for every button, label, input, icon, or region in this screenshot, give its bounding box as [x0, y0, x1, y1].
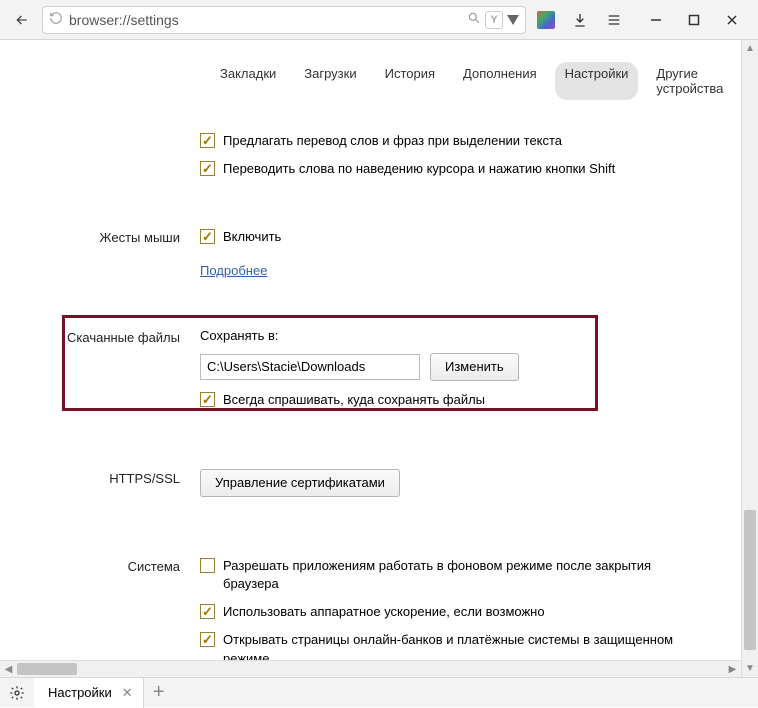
maximize-button[interactable] [676, 6, 712, 34]
vertical-scroll-thumb[interactable] [744, 510, 756, 650]
horizontal-scrollbar[interactable]: ◀ ▶ [0, 660, 741, 677]
label-background-apps: Разрешать приложениям работать в фоновом… [223, 557, 710, 593]
settings-tabs: Закладки Загрузки История Дополнения Нас… [0, 40, 758, 122]
new-tab-button[interactable]: + [144, 681, 174, 704]
section-downloads: Скачанные файлы Сохранять в: Изменить Вс… [0, 298, 734, 429]
address-bar[interactable]: Y [42, 6, 526, 34]
scroll-up-arrow[interactable]: ▲ [742, 40, 758, 57]
browser-tab-settings[interactable]: Настройки ✕ [34, 678, 144, 708]
window-controls [638, 6, 750, 34]
tab-addons[interactable]: Дополнения [453, 62, 547, 100]
label-ask-download: Всегда спрашивать, куда сохранять файлы [223, 391, 485, 409]
change-path-button[interactable]: Изменить [430, 353, 519, 381]
minimize-button[interactable] [638, 6, 674, 34]
tab-history[interactable]: История [375, 62, 445, 100]
download-path-input[interactable] [200, 354, 420, 380]
checkbox-ask-download[interactable] [200, 392, 215, 407]
scroll-down-arrow[interactable]: ▼ [742, 660, 758, 677]
browser-tab-title: Настройки [48, 685, 112, 700]
section-system: Система Разрешать приложениям работать в… [0, 517, 734, 677]
tab-settings[interactable]: Настройки [555, 62, 639, 100]
manage-certificates-button[interactable]: Управление сертификатами [200, 469, 400, 497]
extensions-icon[interactable] [532, 6, 560, 34]
settings-page: Закладки Загрузки История Дополнения Нас… [0, 40, 758, 677]
search-icon[interactable] [467, 11, 481, 28]
browser-toolbar: Y [0, 0, 758, 40]
section-translate-label [0, 132, 200, 178]
checkbox-translate-hover[interactable] [200, 161, 215, 176]
checkbox-secure-banking[interactable] [200, 632, 215, 647]
yandex-icon[interactable]: Y [485, 11, 503, 29]
link-mouse-gestures-more[interactable]: Подробнее [200, 263, 710, 278]
menu-icon[interactable] [600, 6, 628, 34]
label-mouse-gestures: Включить [223, 228, 281, 246]
downloads-heading: Скачанные файлы [0, 328, 200, 409]
horizontal-scroll-thumb[interactable] [17, 663, 77, 675]
checkbox-background-apps[interactable] [200, 558, 215, 573]
tab-bookmarks[interactable]: Закладки [210, 62, 286, 100]
checkbox-hw-accel[interactable] [200, 604, 215, 619]
section-translate: Предлагать перевод слов и фраз при выдел… [0, 122, 734, 198]
label-translate-selection: Предлагать перевод слов и фраз при выдел… [223, 132, 562, 150]
section-https: HTTPS/SSL Управление сертификатами [0, 429, 734, 517]
checkbox-translate-selection[interactable] [200, 133, 215, 148]
dropdown-icon[interactable] [507, 15, 519, 25]
address-input[interactable] [69, 12, 461, 28]
section-mouse-gestures: Жесты мыши Включить Подробнее [0, 198, 734, 297]
scroll-right-arrow[interactable]: ▶ [724, 661, 741, 677]
mouse-gestures-heading: Жесты мыши [0, 228, 200, 277]
browser-tabbar: Настройки ✕ + [0, 677, 758, 707]
checkbox-mouse-gestures[interactable] [200, 229, 215, 244]
scroll-left-arrow[interactable]: ◀ [0, 661, 17, 677]
vertical-scrollbar[interactable]: ▲ ▼ [741, 40, 758, 677]
label-save-to: Сохранять в: [200, 328, 710, 343]
close-tab-icon[interactable]: ✕ [122, 685, 133, 701]
close-button[interactable] [714, 6, 750, 34]
system-heading: Система [0, 557, 200, 668]
label-hw-accel: Использовать аппаратное ускорение, если … [223, 603, 545, 621]
reload-icon[interactable] [49, 11, 63, 28]
label-translate-hover: Переводить слова по наведению курсора и … [223, 160, 615, 178]
settings-content: Предлагать перевод слов и фраз при выдел… [0, 122, 758, 677]
back-button[interactable] [8, 6, 36, 34]
tab-downloads[interactable]: Загрузки [294, 62, 366, 100]
gear-icon[interactable] [0, 685, 34, 701]
downloads-icon[interactable] [566, 6, 594, 34]
https-heading: HTTPS/SSL [0, 469, 200, 497]
address-tail: Y [467, 11, 519, 29]
